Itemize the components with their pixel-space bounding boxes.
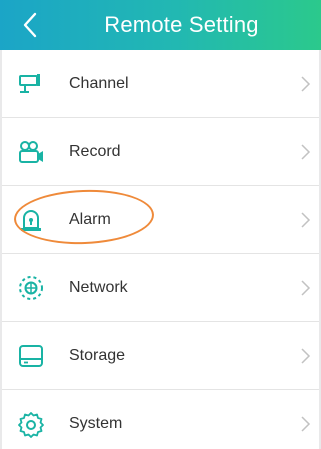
chevron-right-icon xyxy=(301,279,311,296)
menu-item-label: Storage xyxy=(69,346,126,364)
menu-item-label: System xyxy=(69,414,123,432)
chevron-right-icon xyxy=(301,143,311,160)
camera-channel-icon xyxy=(16,69,46,99)
chevron-right-icon xyxy=(301,347,311,364)
page-title: Remote Setting xyxy=(104,12,259,37)
settings-menu: Channel Record Alarm Network Storage Sys… xyxy=(2,50,319,449)
chevron-right-icon xyxy=(301,211,311,228)
gear-icon xyxy=(16,409,46,439)
menu-item-label: Record xyxy=(69,142,121,160)
network-globe-icon xyxy=(16,273,46,303)
storage-drive-icon xyxy=(16,341,46,371)
menu-item-system[interactable]: System xyxy=(2,390,319,449)
menu-item-channel[interactable]: Channel xyxy=(2,50,319,117)
menu-item-record[interactable]: Record xyxy=(2,118,319,185)
menu-item-label: Network xyxy=(69,278,128,296)
menu-item-storage[interactable]: Storage xyxy=(2,322,319,389)
menu-item-network[interactable]: Network xyxy=(2,254,319,321)
top-bar: Remote Setting xyxy=(0,0,321,50)
chevron-right-icon xyxy=(301,75,311,92)
chevron-right-icon xyxy=(301,415,311,432)
video-record-icon xyxy=(16,137,46,167)
menu-item-label: Channel xyxy=(69,74,129,92)
app-screen: Remote Setting Channel Record Alarm Netw… xyxy=(0,0,321,449)
